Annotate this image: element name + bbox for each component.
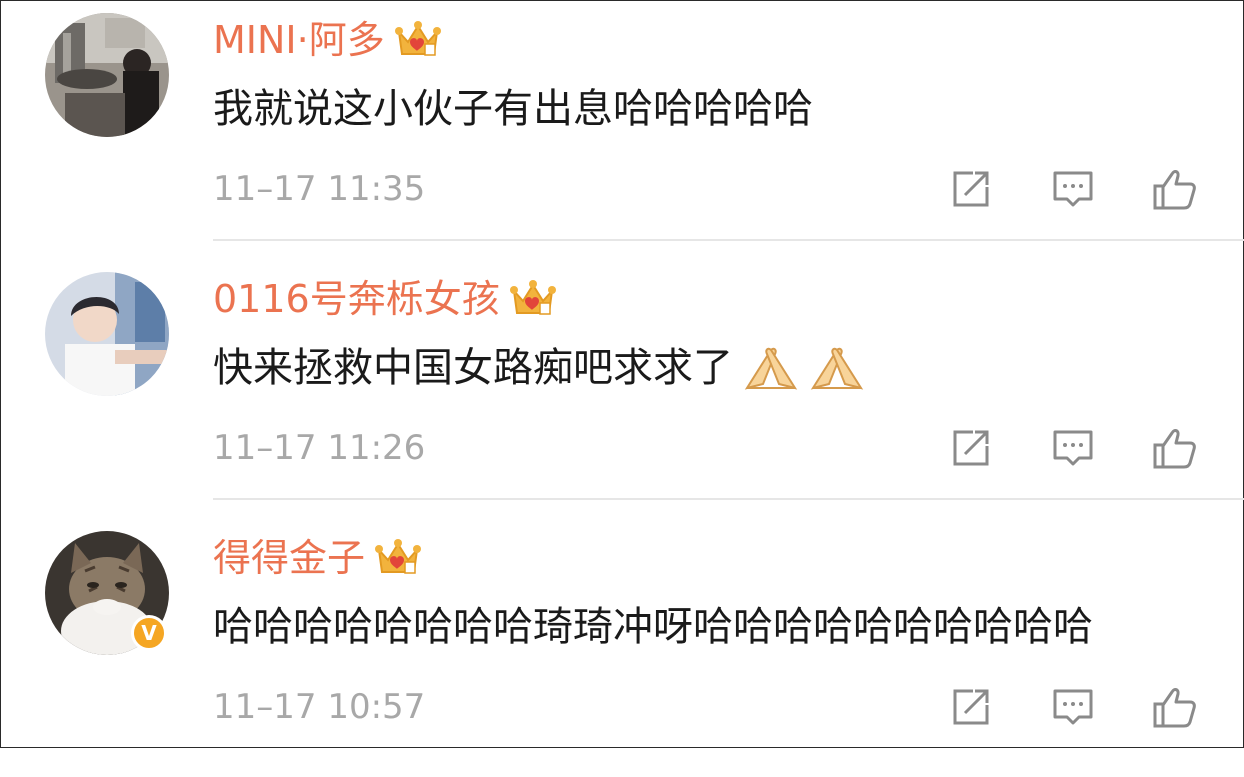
comment-item: MINI·阿多 我就说这小伙子有出息哈哈哈哈哈 11–17 11:35 [1,1,1244,259]
comment-text: 我就说这小伙子有出息哈哈哈哈哈 [213,81,813,137]
comment-header: 得得金子 [213,529,422,587]
comment-list: MINI·阿多 我就说这小伙子有出息哈哈哈哈哈 11–17 11:35 0116… [0,0,1244,748]
comment-item: V 得得金子 哈哈哈哈哈哈哈哈琦琦冲呀哈哈哈哈哈哈哈哈哈哈 11–17 10:5… [1,519,1244,777]
like-button[interactable] [1151,424,1199,472]
share-icon [953,689,989,725]
pray-emoji [810,347,864,390]
thumbs-up-icon [1153,170,1196,210]
reply-button[interactable] [1049,424,1097,472]
timestamp: 11–17 10:57 [213,687,426,727]
reply-button[interactable] [1049,165,1097,213]
divider [213,498,1244,500]
share-button[interactable] [947,683,995,731]
share-button[interactable] [947,165,995,213]
verified-badge: V [131,615,167,651]
pray-emoji [744,347,798,390]
crown-icon [375,539,422,574]
username-link[interactable]: MINI·阿多 [213,11,385,69]
like-button[interactable] [1151,165,1199,213]
avatar[interactable] [45,272,169,396]
timestamp: 11–17 11:26 [213,428,426,468]
thumbs-up-icon [1153,688,1196,728]
comment-text: 快来拯救中国女路痴吧求求了 [213,340,865,396]
comment-icon [1053,171,1093,207]
comment-icon [1053,689,1093,725]
reply-button[interactable] [1049,683,1097,731]
timestamp: 11–17 11:35 [213,169,426,209]
share-icon [953,171,989,207]
share-icon [953,430,989,466]
comment-item: 0116号奔栎女孩 快来拯救中国女路痴吧求求了 11–17 11:26 [1,260,1244,518]
like-button[interactable] [1151,683,1199,731]
crown-icon [509,280,556,315]
divider [213,239,1244,241]
thumbs-up-icon [1153,429,1196,469]
comment-header: 0116号奔栎女孩 [213,270,556,328]
username-link[interactable]: 0116号奔栎女孩 [213,270,500,328]
crown-icon [394,21,441,56]
comment-header: MINI·阿多 [213,11,441,69]
comment-text: 哈哈哈哈哈哈哈哈琦琦冲呀哈哈哈哈哈哈哈哈哈哈 [213,599,1093,655]
username-link[interactable]: 得得金子 [213,529,365,587]
avatar[interactable] [45,13,169,137]
share-button[interactable] [947,424,995,472]
comment-text-body: 哈哈哈哈哈哈哈哈琦琦冲呀哈哈哈哈哈哈哈哈哈哈 [213,604,1093,650]
comment-text-body: 我就说这小伙子有出息哈哈哈哈哈 [213,86,813,132]
comment-icon [1053,430,1093,466]
comment-text-body: 快来拯救中国女路痴吧求求了 [213,345,733,391]
